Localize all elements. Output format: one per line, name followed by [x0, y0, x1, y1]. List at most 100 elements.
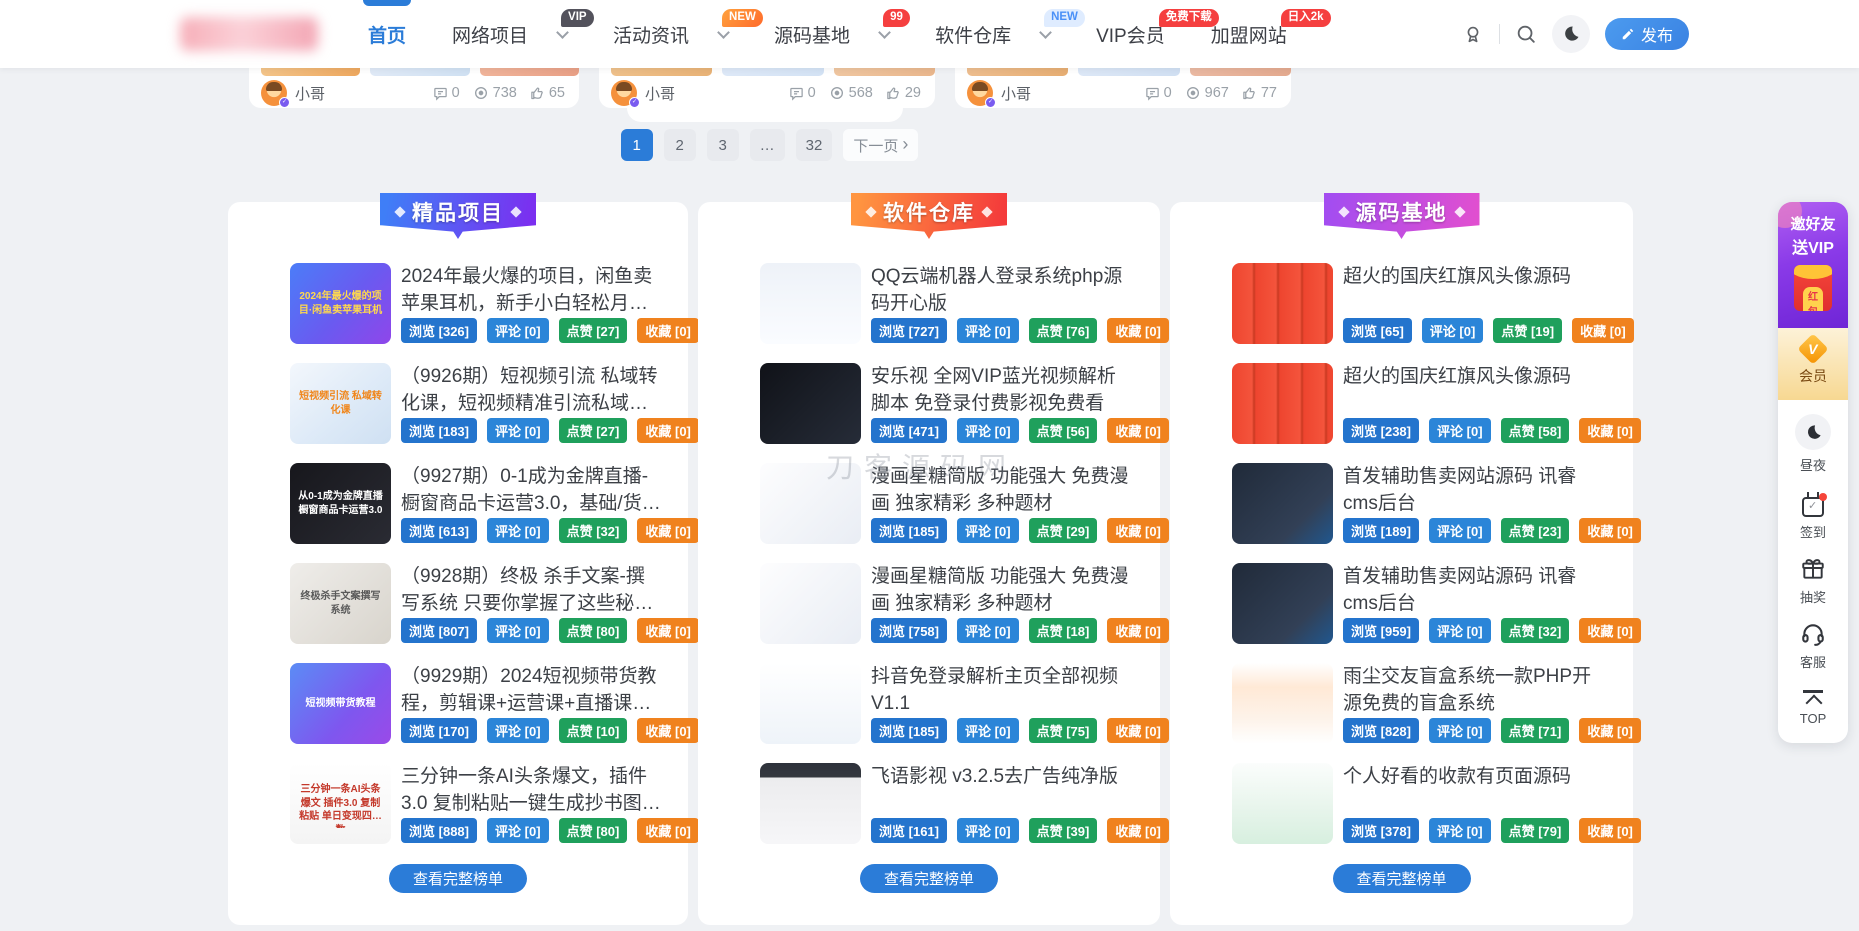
thumbs-up-icon — [1242, 86, 1257, 101]
item-title[interactable]: 安乐视 全网VIP蓝光视频解析脚本 免登录付费影视免费看 — [871, 363, 1134, 417]
item-thumbnail[interactable] — [1232, 363, 1333, 444]
red-packet-button[interactable]: 红包 — [1794, 265, 1832, 311]
item-thumbnail[interactable]: 从0-1成为金牌直播 橱窗商品卡运营3.0 — [290, 463, 391, 544]
item-thumbnail[interactable] — [760, 263, 861, 344]
list-item[interactable]: 2024年最火爆的项目·闲鱼卖苹果耳机 2024年最火爆的项目，闲鱼卖苹果耳机，… — [290, 263, 688, 344]
avatar[interactable]: ✓ — [611, 80, 637, 106]
list-item[interactable]: 首发辅助售卖网站源码 讯睿cms后台 浏览189 评论0 点赞23 收藏0 — [1232, 463, 1633, 544]
post-card-bottom[interactable]: ✓ 小哥 0 568 29 — [599, 62, 935, 108]
invite-vip-banner[interactable]: 邀好友 送VIP 红包 — [1778, 202, 1848, 328]
item-thumbnail[interactable] — [1232, 463, 1333, 544]
item-title[interactable]: 漫画星糖简版 功能强大 免费漫画 独家精彩 多种题材 — [871, 563, 1134, 617]
nav-item[interactable]: 软件仓库 NEW — [935, 0, 1050, 68]
list-item[interactable]: 超火的国庆红旗风头像源码 浏览65 评论0 点赞19 收藏0 — [1232, 263, 1633, 344]
list-item[interactable]: 超火的国庆红旗风头像源码 浏览238 评论0 点赞58 收藏0 — [1232, 363, 1633, 444]
nav-item[interactable]: 首页 — [368, 0, 406, 68]
avatar[interactable]: ✓ — [967, 80, 993, 106]
item-title[interactable]: 超火的国庆红旗风头像源码 — [1343, 263, 1607, 290]
item-thumbnail[interactable] — [1232, 663, 1333, 744]
ribbon-header: 软件仓库 — [851, 193, 1007, 239]
search-button[interactable] — [1515, 23, 1537, 45]
item-title[interactable]: （9926期）短视频引流 私域转化课，短视频精准引流私域，在私域高效转化... — [401, 363, 662, 417]
item-thumbnail[interactable] — [1232, 763, 1333, 844]
page-button[interactable]: 3 — [707, 129, 739, 161]
list-item[interactable]: 漫画星糖简版 功能强大 免费漫画 独家精彩 多种题材 浏览758 评论0 点赞1… — [760, 563, 1160, 644]
item-thumbnail[interactable]: 短视频引流 私域转化课 — [290, 363, 391, 444]
list-item[interactable]: 从0-1成为金牌直播 橱窗商品卡运营3.0 （9927期）0-1成为金牌直播-橱… — [290, 463, 688, 544]
back-to-top-button[interactable]: TOP — [1800, 686, 1827, 726]
view-full-list-button[interactable]: 查看完整榜单 — [1332, 864, 1470, 893]
list-item[interactable]: QQ云端机器人登录系统php源码开心版 浏览727 评论0 点赞76 收藏0 — [760, 263, 1160, 344]
nav-item[interactable]: 活动资讯 NEW — [613, 0, 728, 68]
headset-icon — [1800, 621, 1826, 647]
item-thumbnail[interactable] — [1232, 563, 1333, 644]
item-title[interactable]: （9927期）0-1成为金牌直播-橱窗商品卡运营3.0，基础/货品/场景/话术/… — [401, 463, 662, 517]
view-full-list-button[interactable]: 查看完整榜单 — [389, 864, 527, 893]
list-item[interactable]: 安乐视 全网VIP蓝光视频解析脚本 免登录付费影视免费看 浏览471 评论0 点… — [760, 363, 1160, 444]
page-button[interactable]: 32 — [796, 129, 833, 161]
nav-item[interactable]: VIP会员 免费下载 — [1096, 0, 1165, 68]
item-thumbnail[interactable] — [760, 663, 861, 744]
dark-mode-toggle[interactable] — [1552, 15, 1590, 53]
list-item[interactable]: 个人好看的收款有页面源码 浏览378 评论0 点赞79 收藏0 — [1232, 763, 1633, 844]
view-full-list-button[interactable]: 查看完整榜单 — [860, 864, 998, 893]
check-in-button[interactable]: 签到 — [1800, 489, 1826, 541]
membership-medal-button[interactable] — [1462, 23, 1484, 45]
list-item[interactable]: 终极杀手文案撰写系统 （9928期）终极 杀手文案-撰写系统 只要你掌握了这些秘… — [290, 563, 688, 644]
item-thumbnail[interactable] — [760, 763, 861, 844]
favorites-badge: 收藏0 — [1107, 418, 1169, 443]
item-thumbnail[interactable] — [760, 463, 861, 544]
item-thumbnail[interactable] — [760, 363, 861, 444]
list-item[interactable]: 飞语影视 v3.2.5去广告纯净版 浏览161 评论0 点赞39 收藏0 — [760, 763, 1160, 844]
avatar[interactable]: ✓ — [261, 80, 287, 106]
item-title[interactable]: 飞语影视 v3.2.5去广告纯净版 — [871, 763, 1134, 790]
item-thumbnail[interactable]: 终极杀手文案撰写系统 — [290, 563, 391, 644]
item-title[interactable]: 超火的国庆红旗风头像源码 — [1343, 363, 1607, 390]
list-item[interactable]: 雨尘交友盲盒系统一款PHP开源免费的盲盒系统 浏览828 评论0 点赞71 收藏… — [1232, 663, 1633, 744]
nav-item[interactable]: 网络项目 VIP — [452, 0, 567, 68]
list-item[interactable]: 短视频引流 私域转化课 （9926期）短视频引流 私域转化课，短视频精准引流私域… — [290, 363, 688, 444]
item-title[interactable]: QQ云端机器人登录系统php源码开心版 — [871, 263, 1134, 317]
list-item[interactable]: 三分钟一条AI头条爆文 插件3.0 复制粘贴 单日变现四位数 三分钟一条AI头条… — [290, 763, 688, 844]
vip-member-entry[interactable]: V 会员 — [1778, 328, 1848, 400]
item-title[interactable]: 漫画星糖简版 功能强大 免费漫画 独家精彩 多种题材 — [871, 463, 1134, 517]
page-button[interactable]: … — [750, 129, 785, 161]
item-title[interactable]: 2024年最火爆的项目，闲鱼卖苹果耳机，新手小白轻松月入2W+简单易上手 — [401, 263, 662, 317]
site-logo[interactable] — [180, 17, 318, 51]
next-page-button[interactable]: 下一页 › — [843, 129, 918, 161]
item-thumbnail[interactable] — [760, 563, 861, 644]
author-name[interactable]: 小哥 — [295, 83, 325, 104]
day-night-toggle[interactable]: 昼夜 — [1795, 414, 1831, 474]
item-body: 飞语影视 v3.2.5去广告纯净版 浏览161 评论0 点赞39 收藏0 — [871, 763, 1160, 844]
comments-badge: 评论0 — [957, 318, 1019, 343]
author-name[interactable]: 小哥 — [1001, 83, 1031, 104]
nav-item[interactable]: 加盟网站 日入2k — [1211, 0, 1287, 68]
item-title[interactable]: 首发辅助售卖网站源码 讯睿cms后台 — [1343, 563, 1607, 617]
lottery-button[interactable]: 抽奖 — [1800, 556, 1826, 606]
item-thumbnail[interactable]: 2024年最火爆的项目·闲鱼卖苹果耳机 — [290, 263, 391, 344]
item-title[interactable]: 雨尘交友盲盒系统一款PHP开源免费的盲盒系统 — [1343, 663, 1607, 717]
list-item[interactable]: 短视频带货教程 （9929期）2024短视频带货教程，剪辑课+运营课+直播课+拍… — [290, 663, 688, 744]
post-card-bottom[interactable]: ✓ 小哥 0 967 77 — [955, 62, 1291, 108]
item-thumbnail[interactable]: 短视频带货教程 — [290, 663, 391, 744]
item-title[interactable]: （9929期）2024短视频带货教程，剪辑课+运营课+直播课+拍摄课（全套高清.… — [401, 663, 662, 717]
item-title[interactable]: 个人好看的收款有页面源码 — [1343, 763, 1607, 790]
item-thumbnail[interactable] — [1232, 263, 1333, 344]
item-thumbnail[interactable]: 三分钟一条AI头条爆文 插件3.0 复制粘贴 单日变现四位数 — [290, 763, 391, 844]
item-stat-badges: 浏览959 评论0 点赞32 收藏0 — [1343, 618, 1607, 644]
list-item[interactable]: 首发辅助售卖网站源码 讯睿cms后台 浏览959 评论0 点赞32 收藏0 — [1232, 563, 1633, 644]
list-item[interactable]: 抖音免登录解析主页全部视频V1.1 浏览185 评论0 点赞75 收藏0 — [760, 663, 1160, 744]
author-name[interactable]: 小哥 — [645, 83, 675, 104]
list-item[interactable]: 漫画星糖简版 功能强大 免费漫画 独家精彩 多种题材 浏览185 评论0 点赞2… — [760, 463, 1160, 544]
item-title[interactable]: 三分钟一条AI头条爆文，插件3.0 复制粘贴一键生成抄书图片 单日变现四位数 — [401, 763, 662, 817]
item-title[interactable]: 抖音免登录解析主页全部视频V1.1 — [871, 663, 1134, 717]
item-stat-badges: 浏览828 评论0 点赞71 收藏0 — [1343, 718, 1607, 744]
customer-service-button[interactable]: 客服 — [1800, 621, 1826, 671]
post-card-bottom[interactable]: ✓ 小哥 0 738 65 — [249, 62, 579, 108]
item-title[interactable]: （9928期）终极 杀手文案-撰写系统 只要你掌握了这些秘诀 你可以在沙漠里..… — [401, 563, 662, 617]
page-button[interactable]: 1 — [621, 129, 653, 161]
publish-button[interactable]: 发布 — [1605, 18, 1689, 50]
item-title[interactable]: 首发辅助售卖网站源码 讯睿cms后台 — [1343, 463, 1607, 517]
page-button[interactable]: 2 — [664, 129, 696, 161]
nav-item[interactable]: 源码基地 99 — [774, 0, 889, 68]
